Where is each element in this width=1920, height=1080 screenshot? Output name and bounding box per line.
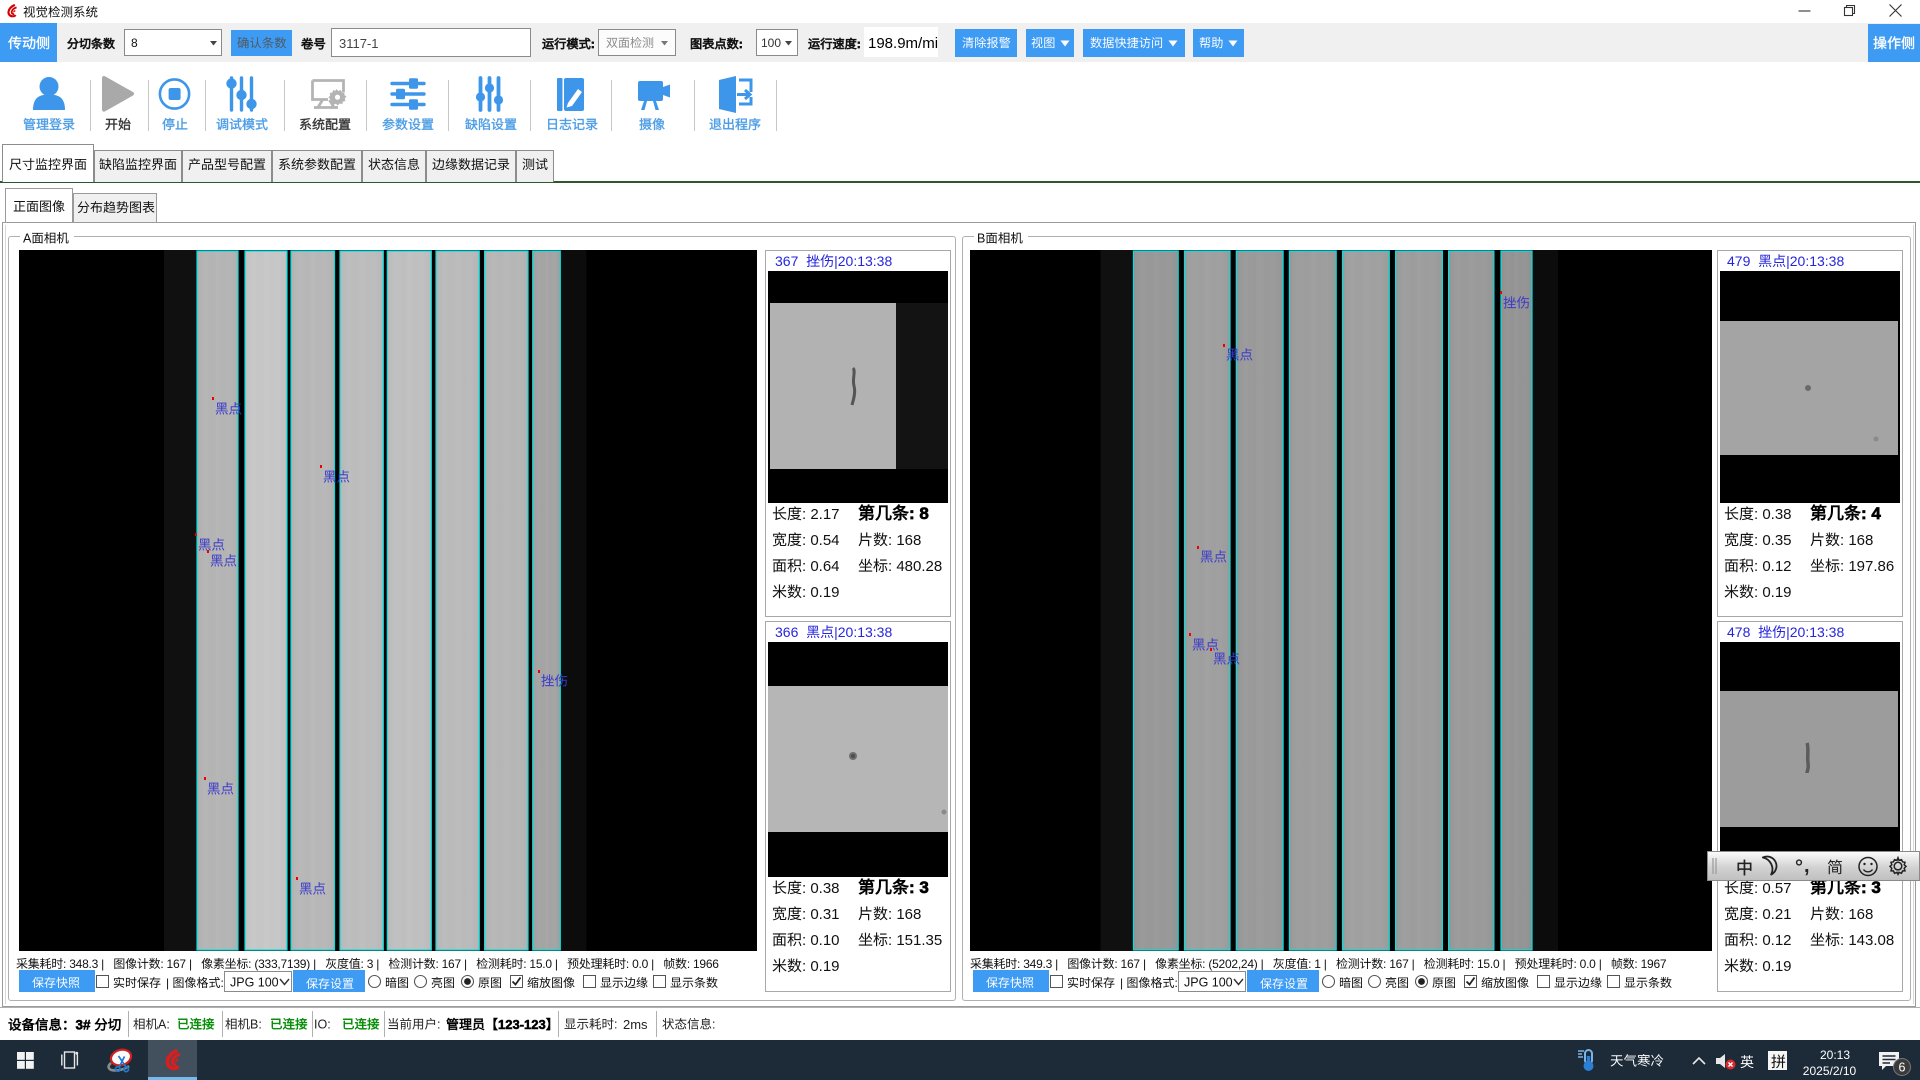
svg-text:6: 6: [1899, 1061, 1906, 1075]
svg-text:,: ,: [1804, 855, 1810, 877]
